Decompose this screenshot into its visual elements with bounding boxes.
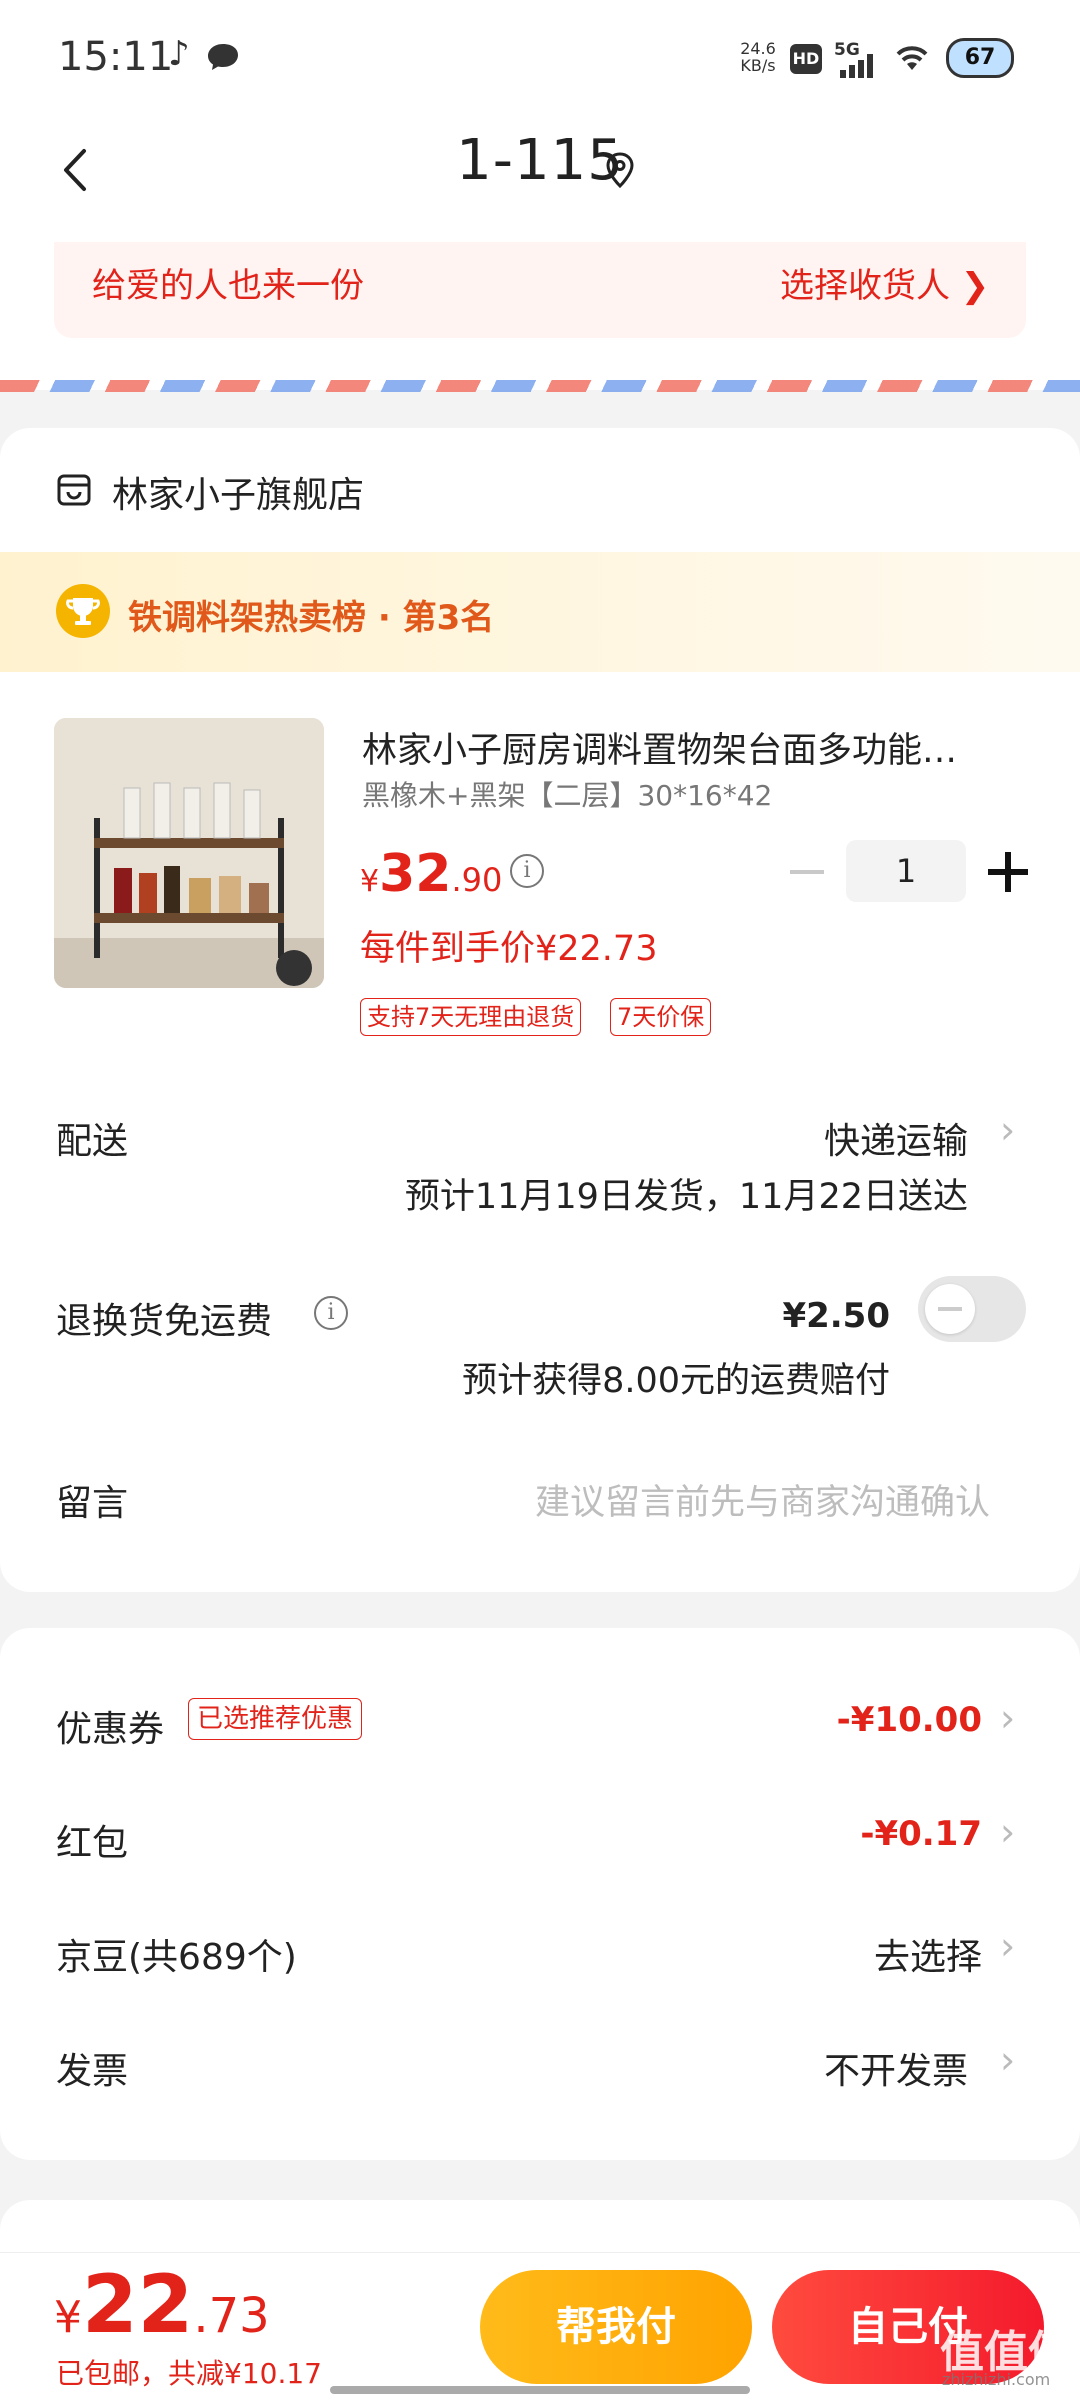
- quantity-input[interactable]: 1: [846, 840, 966, 902]
- invoice-label: 发票: [56, 2051, 129, 2092]
- invoice-value[interactable]: 不开发票: [700, 2042, 968, 2094]
- battery-indicator: 67: [946, 38, 1014, 78]
- product-spec[interactable]: 黑橡木+黑架【二层】30*16*42: [362, 774, 772, 814]
- total-integer: 22: [82, 2258, 194, 2351]
- invoice-chevron-icon[interactable]: ›: [1000, 2038, 1015, 2082]
- price-integer: 32: [379, 844, 452, 904]
- wifi-icon: [892, 40, 932, 74]
- location-pin-icon[interactable]: [605, 152, 635, 189]
- return-shipping-info-icon[interactable]: i: [314, 1296, 348, 1330]
- help-pay-button[interactable]: 帮我付: [480, 2270, 752, 2384]
- choose-receiver-link[interactable]: 选择收货人 ❯: [780, 258, 989, 307]
- total-note: 已包邮，共减¥10.17: [56, 2357, 322, 2390]
- signal-bars-icon: [840, 54, 880, 78]
- message-input[interactable]: 建议留言前先与商家沟通确认: [400, 1474, 990, 1525]
- total-decimal: .73: [193, 2288, 270, 2344]
- net-speed-value: 24.6: [740, 39, 776, 58]
- coupon-recommended-tag: 已选推荐优惠: [188, 1698, 363, 1740]
- net-speed-unit: KB/s: [740, 56, 776, 75]
- watermark-sub: zhizhizhi.com: [942, 2370, 1051, 2389]
- price-decimal: .90: [451, 861, 503, 899]
- delivery-chevron-icon[interactable]: ›: [1000, 1108, 1015, 1152]
- shop-name[interactable]: 林家小子旗舰店: [112, 466, 364, 518]
- red-packet-chevron-icon[interactable]: ›: [1000, 1810, 1015, 1854]
- red-packet-label: 红包: [56, 1823, 129, 1864]
- coupon-value[interactable]: -¥10.00: [700, 1700, 982, 1740]
- delivery-method[interactable]: 快递运输: [600, 1112, 968, 1164]
- jd-beans-value[interactable]: 去选择: [700, 1928, 982, 1980]
- total-price: ¥22.73: [54, 2258, 270, 2351]
- return-policy-tag: 支持7天无理由退货: [360, 998, 582, 1036]
- product-price: ¥32.90: [360, 844, 502, 904]
- total-currency: ¥: [54, 2292, 82, 2343]
- rank-text: 铁调料架热卖榜 · 第3名: [128, 598, 495, 638]
- return-shipping-label: 退换货免运费: [56, 1301, 273, 1342]
- product-title[interactable]: 林家小子厨房调料置物架台面多功能…: [362, 722, 1030, 773]
- hd-badge: HD: [790, 44, 822, 74]
- return-shipping-price: ¥2.50: [782, 1296, 890, 1336]
- trophy-icon: [56, 584, 110, 638]
- quantity-increase-button[interactable]: [988, 852, 1028, 892]
- jd-beans-chevron-icon[interactable]: ›: [1000, 1924, 1015, 1968]
- price-currency: ¥: [360, 864, 380, 899]
- red-packet-value[interactable]: -¥0.17: [700, 1814, 982, 1854]
- return-shipping-note: 预计获得8.00元的运费赔付: [462, 1361, 890, 1401]
- message-label: 留言: [56, 1483, 129, 1524]
- envelope-stripe: [0, 380, 1080, 392]
- toggle-knob-line: [938, 1307, 962, 1311]
- status-time: 15:11: [58, 34, 174, 80]
- home-indicator[interactable]: [330, 2386, 750, 2394]
- delivery-estimate: 预计11月19日发货，11月22日送达: [404, 1177, 968, 1217]
- coupon-chevron-icon[interactable]: ›: [1000, 1696, 1015, 1740]
- coupon-label: 优惠券: [56, 1709, 165, 1750]
- jd-beans-label: 京豆(共689个): [56, 1937, 297, 1978]
- quantity-decrease-button[interactable]: [790, 870, 824, 874]
- net-speed: 24.6 KB/s: [738, 40, 778, 74]
- each-price: 每件到手价¥22.73: [360, 929, 658, 969]
- delivery-label: 配送: [56, 1121, 129, 1162]
- chat-bubble-icon: [206, 42, 240, 72]
- music-icon: ♪: [168, 34, 190, 74]
- price-info-icon[interactable]: i: [510, 854, 544, 888]
- page-title: 1-115: [456, 128, 624, 193]
- product-image[interactable]: [54, 718, 324, 988]
- gift-text: 给爱的人也来一份: [92, 266, 364, 306]
- price-protect-tag: 7天价保: [610, 998, 712, 1036]
- shop-icon: [56, 472, 92, 508]
